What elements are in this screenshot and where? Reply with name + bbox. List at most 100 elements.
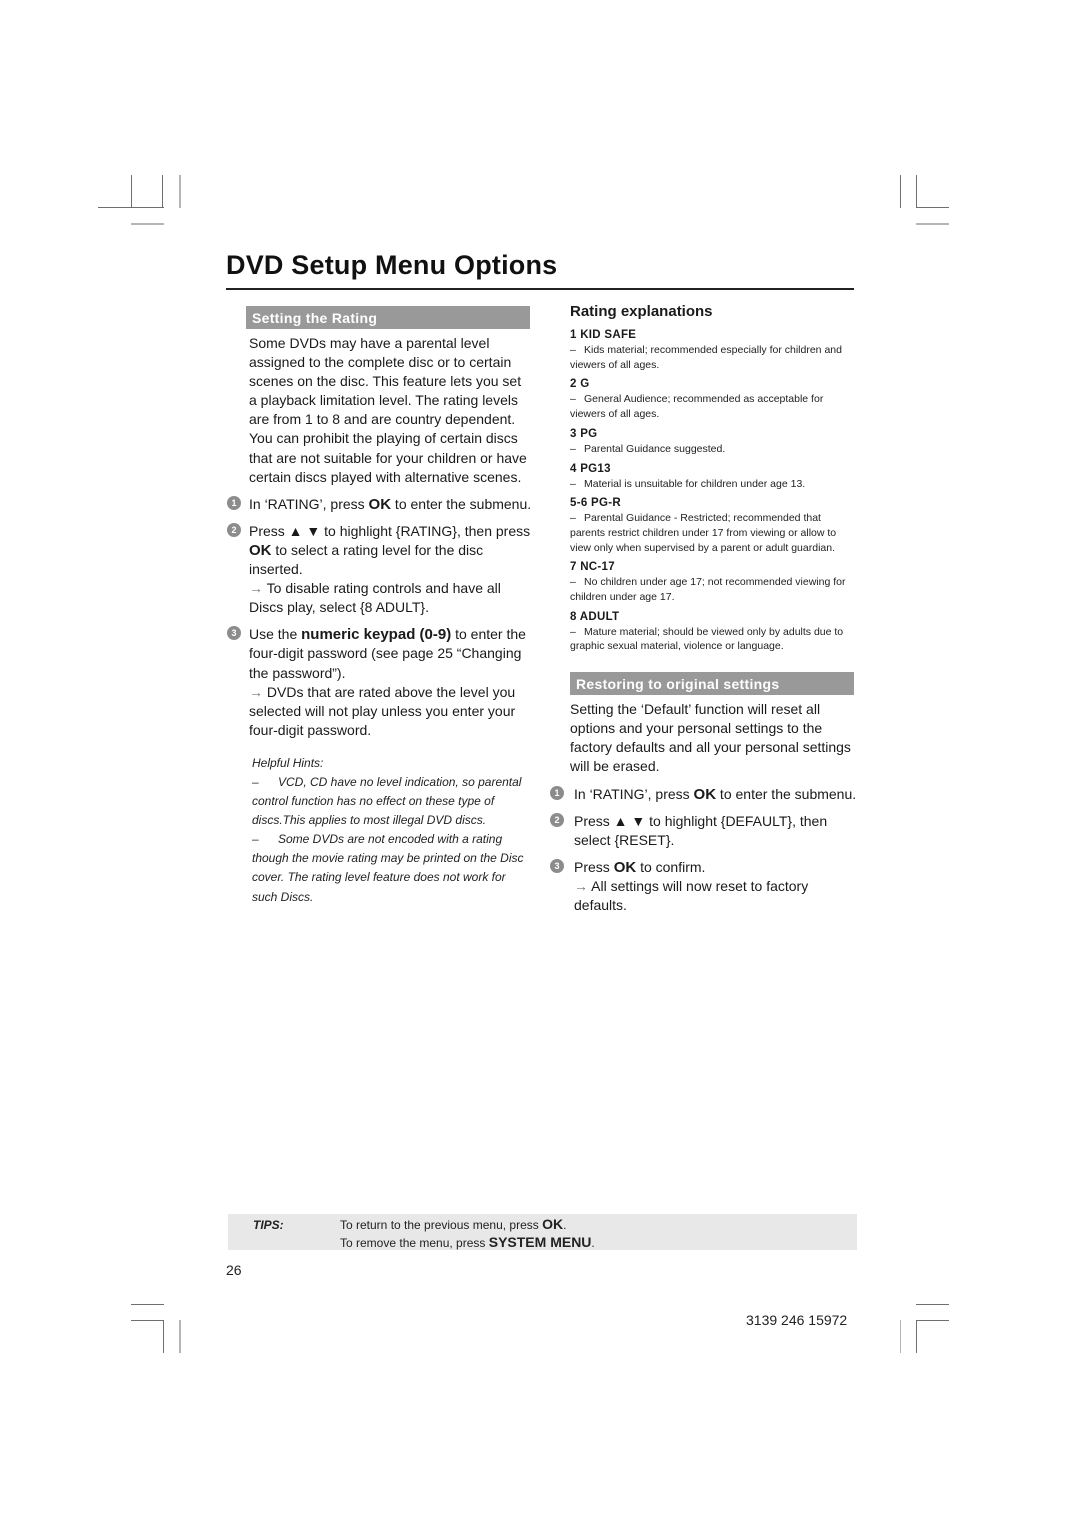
hint-item: – Some DVDs are not encoded with a rating… [252,830,532,906]
title-divider [226,288,854,290]
rating-name: 7 NC-17 [570,561,615,574]
rating-item: 4 PG13 – Material is unsuitable for childr… [570,462,858,492]
crop-mark [98,207,131,208]
crop-mark [916,207,949,208]
crop-mark [916,223,949,225]
step-item: 1 In ‘RATING’, press OK to enter the sub… [226,495,532,514]
rating-item: 8 ADULT – Mature material; should be viewe… [570,610,858,654]
crop-mark [900,175,901,208]
step-item: 3 Use the numeric keypad (0-9) to enter … [226,625,532,740]
crop-mark [916,175,917,208]
step-number-icon: 1 [550,785,564,800]
rating-name: 8 ADULT [570,610,620,623]
crop-mark [179,1320,181,1353]
step-item: 2 Press ▲ ▼ to highlight {RATING}, then … [226,522,532,617]
crop-mark [916,1320,949,1321]
rating-description: – Mature material; should be viewed only … [570,625,858,654]
rating-description-text: General Audience; recommended as accepta… [570,393,824,421]
step-text: Use the [249,626,302,643]
rating-item: 7 NC-17– No children under age 17; not re… [570,560,858,604]
arrow-right-icon: → [249,683,263,700]
step-number-icon: 2 [227,522,241,537]
setting-rating-intro: Some DVDs may have a parental level assi… [249,335,527,485]
crop-mark [916,1304,949,1305]
key-label: OK [542,1216,564,1232]
tip-line: To remove the menu, press SYSTEM MENU. [340,1234,595,1252]
hint-text: VCD, CD have no level indication, so par… [252,774,522,828]
document-code: 3139 246 15972 [746,1312,848,1328]
restoring-intro: Setting the ‘Default’ function will rese… [570,701,851,775]
step-item: 1 In ‘RATING’, press OK to enter the sub… [549,785,858,804]
crop-mark [131,175,132,208]
dash: – [570,344,576,356]
dash: – [252,832,259,847]
helpful-hints: Helpful Hints: – VCD, CD have no level in… [252,754,532,907]
tips-text: To return to the previous menu, press OK… [340,1216,595,1252]
step-text: to confirm. [636,858,706,875]
dash: – [570,576,576,589]
step-number-icon: 2 [550,812,564,827]
rating-description-text: Material is unsuitable for children unde… [584,477,806,490]
step-text: Press ▲ ▼ to highlight {RATING}, then pr… [249,522,531,539]
crop-mark [131,207,164,208]
key-label: numeric keypad (0-9) [301,626,452,644]
step-number-icon: 3 [550,858,564,873]
rating-description: – Parental Guidance - Restricted; recomme… [570,511,858,555]
arrow-right-icon: → [574,877,588,894]
crop-mark [131,1304,164,1305]
rating-name: 4 PG13 [570,462,611,475]
key-label: OK [693,785,717,803]
restoring-steps: 1 In ‘RATING’, press OK to enter the sub… [549,785,858,916]
tips-bar: TIPS: To return to the previous menu, pr… [228,1214,857,1250]
rating-description-text: No children under age 17; not recommende… [570,576,846,604]
tip-text: To remove the menu, press [340,1236,489,1250]
step-text: In ‘RATING’, press [249,495,369,512]
dash: – [252,774,259,789]
setting-rating-steps: 1 In ‘RATING’, press OK to enter the sub… [226,495,532,740]
crop-mark [916,1320,917,1353]
dash: – [570,393,576,406]
rating-description: – Kids material; recommended especially f… [570,343,858,372]
setting-rating-section: Setting the Rating Some DVDs may have a … [226,306,532,907]
step-text: Press [574,858,614,875]
page-title: DVD Setup Menu Options [226,250,558,280]
rating-name: 3 PG [570,427,598,440]
crop-mark [900,1320,901,1353]
rating-item: 2 G – General Audience; recommended as acc… [570,377,858,421]
rating-description: – General Audience; recommended as accept… [570,392,858,421]
crop-mark [162,175,163,208]
rating-description: – Parental Guidance suggested. [570,442,858,457]
dash: – [570,477,576,490]
key-label: OK [613,858,637,876]
key-label: SYSTEM MENU [488,1234,592,1250]
step-text: In ‘RATING’, press [574,785,694,802]
rating-explanations-section: Rating explanations 1 KID SAFE – Kids mate… [550,303,858,915]
dash: – [570,442,576,455]
tip-text: To return to the previous menu, press [340,1218,543,1232]
rating-name: 5-6 PG-R [570,497,621,510]
hint-item: – VCD, CD have no level indication, so pa… [252,773,532,830]
step-text: to enter the submenu. [391,495,532,512]
step-item: 3 Press OK to confirm. → All settings wi… [549,858,858,915]
rating-explanations-heading: Rating explanations [570,303,713,320]
dash: – [570,512,576,525]
page-number: 26 [226,1262,242,1278]
step-result: All settings will now reset to factory d… [574,877,809,913]
section-heading: Restoring to original settings [570,672,854,696]
tip-text: . [591,1236,595,1250]
rating-name: 1 KID SAFE [570,329,637,341]
rating-description-text: Kids material; recommended especially fo… [570,344,842,371]
key-label: OK [368,495,392,513]
rating-description-text: Mature material; should be viewed only b… [570,625,844,653]
arrow-right-icon: → [249,580,263,597]
rating-description-text: Parental Guidance suggested. [584,442,726,455]
tips-label: TIPS: [253,1218,284,1232]
crop-mark [131,223,164,225]
step-result: To disable rating controls and have all … [249,580,501,616]
hint-text: Some DVDs are not encoded with a rating … [252,832,524,904]
rating-description: – No children under age 17; not recommend… [570,575,858,604]
section-heading: Setting the Rating [246,306,530,329]
rating-list: 1 KID SAFE – Kids material; recommended es… [570,328,858,654]
step-number-icon: 1 [227,495,241,510]
dash: – [570,625,576,638]
